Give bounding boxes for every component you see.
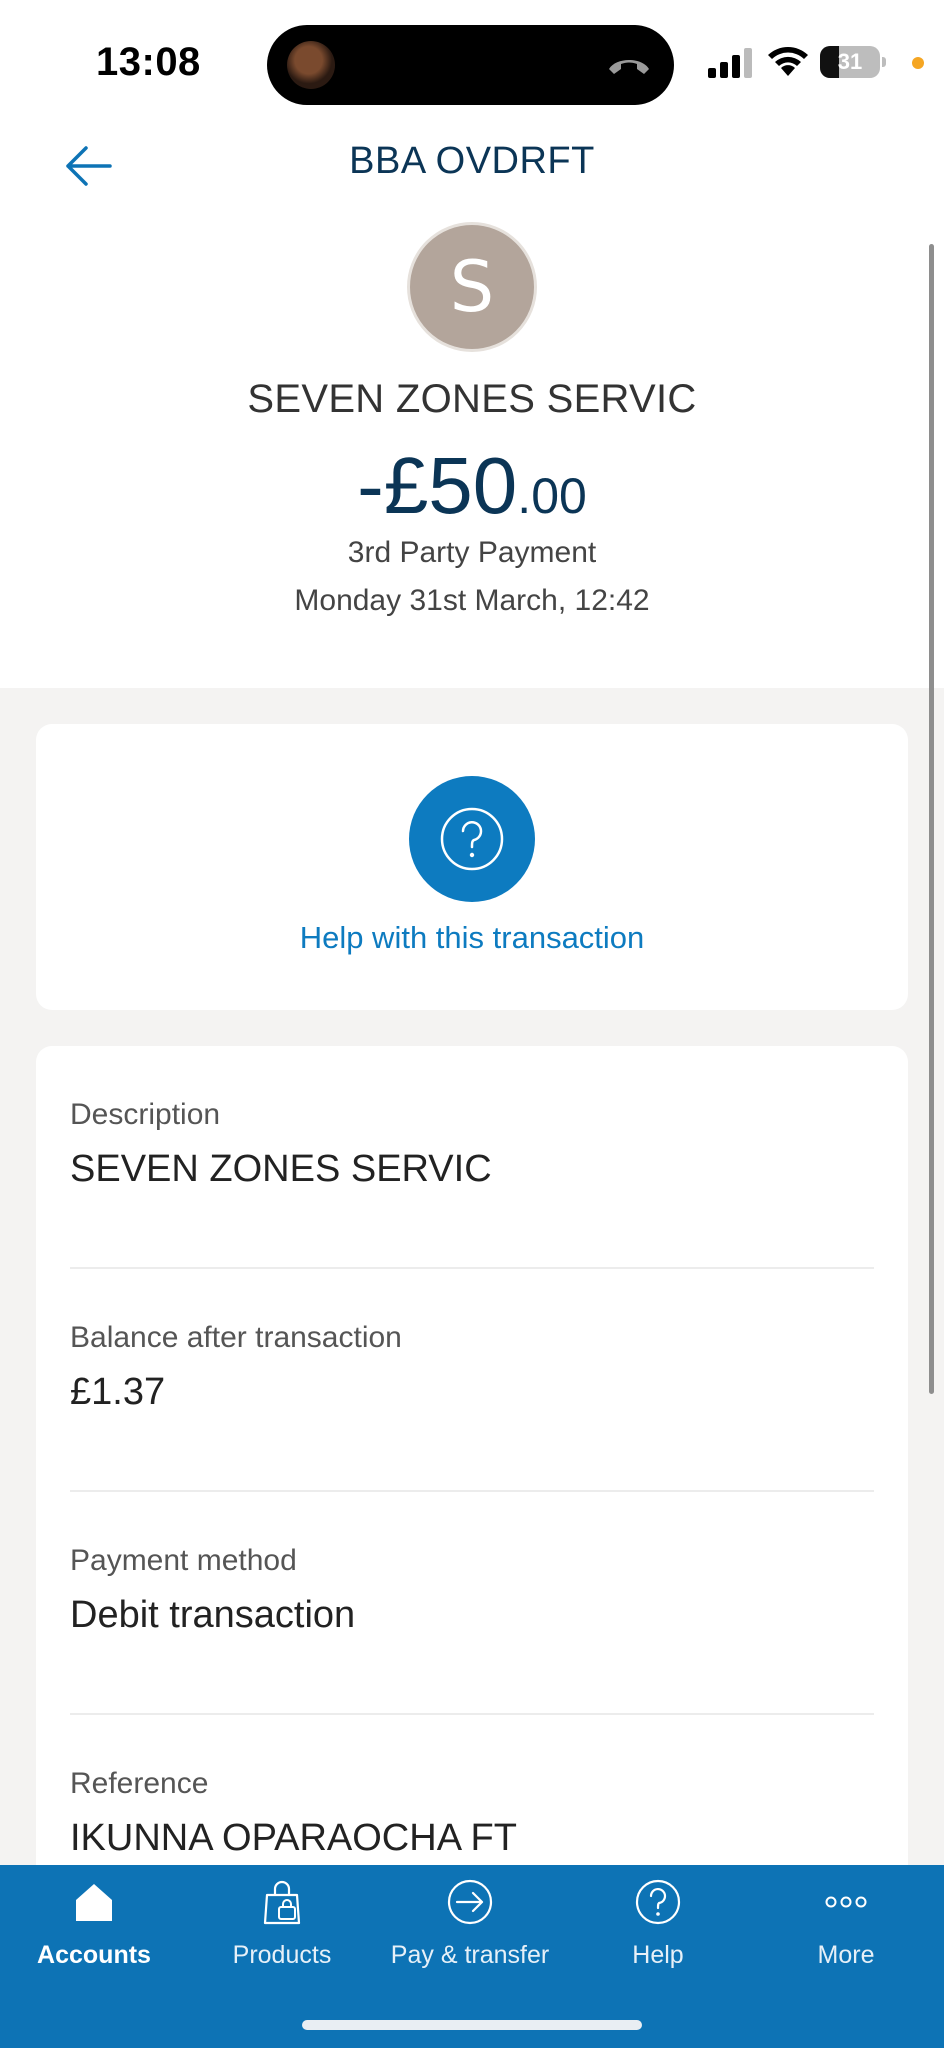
shopping-bag-icon bbox=[263, 1880, 301, 1925]
amount-main: -£50 bbox=[357, 441, 518, 530]
transaction-amount: -£50.00 bbox=[0, 440, 944, 532]
detail-value: Debit transaction bbox=[70, 1594, 356, 1636]
detail-description: Description SEVEN ZONES SERVIC bbox=[70, 1098, 874, 1191]
status-bar: 13:08 31 bbox=[0, 0, 944, 120]
phone-hangup-icon bbox=[609, 60, 649, 74]
transaction-datetime: Monday 31st March, 12:42 bbox=[294, 584, 650, 617]
tab-label: Help bbox=[632, 1941, 684, 1969]
bottom-tab-bar: Accounts Products Pay & transfer Help Mo… bbox=[0, 1865, 944, 2048]
tab-label: Accounts bbox=[37, 1941, 151, 1969]
divider bbox=[70, 1267, 874, 1269]
tab-accounts[interactable]: Accounts bbox=[0, 1865, 188, 1995]
detail-label: Balance after transaction bbox=[70, 1321, 402, 1354]
more-dots-icon bbox=[825, 1896, 867, 1908]
amount-pence: .00 bbox=[517, 468, 587, 524]
wifi-icon bbox=[768, 47, 808, 76]
detail-balance: Balance after transaction £1.37 bbox=[70, 1321, 874, 1414]
tab-more[interactable]: More bbox=[752, 1865, 940, 1995]
dynamic-island[interactable] bbox=[267, 25, 674, 105]
detail-payment-method: Payment method Debit transaction bbox=[70, 1544, 874, 1637]
tab-label: Pay & transfer bbox=[390, 1941, 550, 1969]
merchant-avatar: S bbox=[407, 222, 537, 352]
detail-label: Description bbox=[70, 1098, 221, 1131]
transaction-type: 3rd Party Payment bbox=[347, 536, 597, 569]
battery-percent: 31 bbox=[837, 49, 863, 74]
details-card: Description SEVEN ZONES SERVIC Balance a… bbox=[36, 1046, 908, 1946]
caller-avatar bbox=[287, 41, 335, 89]
detail-reference: Reference IKUNNA OPARAOCHA FT bbox=[70, 1767, 874, 1860]
page-title: BBA OVDRFT bbox=[349, 140, 595, 182]
merchant-name: SEVEN ZONES SERVIC bbox=[247, 377, 697, 421]
tab-label: More bbox=[817, 1941, 875, 1969]
detail-value: SEVEN ZONES SERVIC bbox=[70, 1148, 492, 1190]
status-time: 13:08 bbox=[96, 40, 201, 84]
divider bbox=[70, 1490, 874, 1492]
question-circle-icon bbox=[635, 1879, 681, 1925]
tab-label: Products bbox=[232, 1941, 332, 1969]
detail-label: Payment method bbox=[70, 1544, 297, 1577]
help-link[interactable]: Help with this transaction bbox=[36, 920, 908, 956]
divider bbox=[70, 1713, 874, 1715]
detail-label: Reference bbox=[70, 1767, 209, 1800]
cellular-signal-icon bbox=[708, 48, 752, 78]
home-indicator[interactable] bbox=[302, 2020, 642, 2030]
detail-value: IKUNNA OPARAOCHA FT bbox=[70, 1817, 517, 1859]
help-card[interactable]: Help with this transaction bbox=[36, 724, 908, 1010]
arrow-circle-icon bbox=[447, 1879, 493, 1925]
tab-help[interactable]: Help bbox=[564, 1865, 752, 1995]
tab-products[interactable]: Products bbox=[188, 1865, 376, 1995]
scrollbar[interactable] bbox=[929, 244, 934, 1394]
home-icon bbox=[76, 1884, 112, 1921]
privacy-indicator bbox=[912, 57, 924, 69]
tab-pay-transfer[interactable]: Pay & transfer bbox=[376, 1865, 564, 1995]
help-button[interactable] bbox=[409, 776, 535, 902]
question-circle-icon bbox=[440, 807, 504, 871]
battery-icon: 31 bbox=[820, 46, 886, 78]
detail-value: £1.37 bbox=[70, 1371, 166, 1413]
